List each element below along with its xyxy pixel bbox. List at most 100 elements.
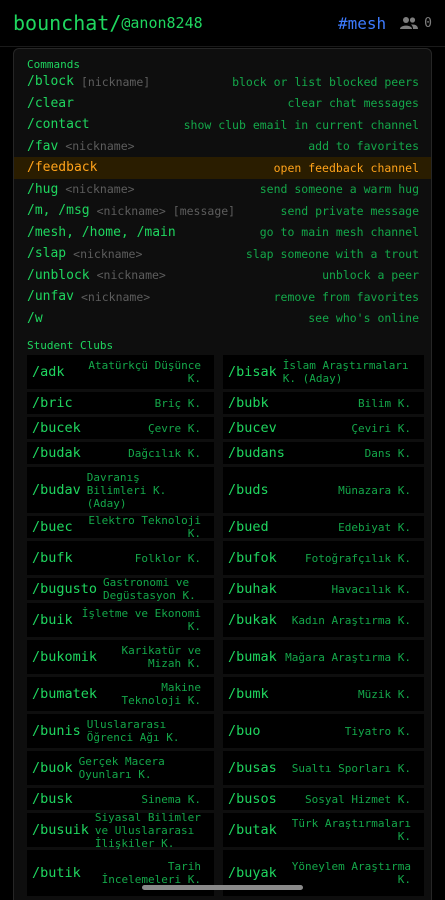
club-name: Elektro Teknoloji K. — [88, 514, 201, 540]
club-name: Çevre K. — [148, 421, 201, 435]
command-item[interactable]: /block [nickname] block or list blocked pe… — [14, 71, 431, 93]
club-name: Uluslararası Öğrenci Ağı K. — [86, 718, 180, 744]
club-item[interactable]: /busuik Siyasal Bilimler ve Uluslararası … — [27, 810, 214, 850]
command-name: /fav — [27, 138, 59, 154]
club-command: /busk — [32, 791, 73, 807]
club-item[interactable]: /bucev Çeviri K. — [223, 417, 424, 439]
command-params: <nickname> — [80, 289, 151, 304]
command-description: send someone a warm hug — [259, 182, 419, 197]
club-name: Dağcılık K. — [128, 446, 201, 460]
command-item[interactable]: /hug <nickname> send someone a warm hug — [14, 179, 431, 201]
club-item[interactable]: /budak Dağcılık K. — [27, 442, 214, 464]
command-item[interactable]: /unblock <nickname> unblock a peer — [14, 265, 431, 287]
command-params: <nickname> [message] — [96, 203, 236, 218]
club-name: Siyasal Bilimler ve Uluslararası İlişkil… — [94, 810, 201, 850]
command-item[interactable]: /contact show club email in current chann… — [14, 114, 431, 136]
club-command: /bued — [228, 519, 269, 535]
club-item[interactable]: /bumatek Makine Teknoloji K. — [27, 677, 214, 711]
club-item[interactable]: /adk Atatürkçü Düşünce K. — [27, 355, 214, 389]
club-command: /bufk — [32, 550, 73, 566]
club-name: Fotoğrafçılık K. — [305, 551, 411, 565]
club-item[interactable]: /bunis Uluslararası Öğrenci Ağı K. — [27, 714, 214, 748]
club-command: /budak — [32, 445, 81, 461]
club-item[interactable]: /bisak İslam Araştırmaları K. (Aday) — [223, 355, 424, 389]
club-name: Atatürkçü Düşünce K. — [88, 359, 201, 385]
club-name: Sosyal Hizmet K. — [305, 792, 411, 806]
club-name: Tarih İncelemeleri K. — [101, 860, 201, 886]
club-item[interactable]: /buo Tiyatro K. — [223, 714, 424, 748]
command-item[interactable]: /fav <nickname> add to favorites — [14, 136, 431, 158]
user-nickname[interactable]: @anon8248 — [121, 14, 202, 32]
club-item[interactable]: /bufk Folklor K. — [27, 541, 214, 575]
home-indicator — [142, 885, 303, 890]
command-item[interactable]: /feedback open feedback channel — [14, 157, 431, 179]
command-name: /w — [27, 310, 43, 326]
club-item[interactable]: /bucek Çevre K. — [27, 417, 214, 439]
club-command: /buhak — [228, 581, 277, 597]
club-command: /buok — [32, 760, 73, 776]
club-item[interactable]: /buok Gerçek Macera Oyunları K. — [27, 751, 214, 785]
club-item[interactable]: /budans Dans K. — [223, 442, 424, 464]
command-description: slap someone with a trout — [245, 246, 419, 261]
command-description: send private message — [280, 203, 419, 218]
club-item[interactable]: /buec Elektro Teknoloji K. — [27, 514, 214, 540]
club-command: /bumk — [228, 686, 269, 702]
club-name: Kadın Araştırma K. — [291, 613, 411, 627]
club-item[interactable]: /buik İşletme ve Ekonomi K. — [27, 603, 214, 637]
club-name: Folklor K. — [134, 551, 201, 565]
club-name: Müzik K. — [358, 687, 411, 701]
command-item[interactable]: /clear clear chat messages — [14, 93, 431, 115]
command-description: see who's online — [308, 311, 419, 326]
command-description: add to favorites — [308, 139, 419, 154]
club-item[interactable]: /buds Münazara K. — [223, 467, 424, 513]
command-description: go to main mesh channel — [259, 225, 419, 240]
command-item[interactable]: /w see who's online — [14, 308, 431, 330]
club-command: /budans — [228, 445, 285, 461]
command-params: <nickname> — [73, 246, 143, 261]
club-item[interactable]: /bukak Kadın Araştırma K. — [223, 603, 424, 637]
club-item[interactable]: /budav Davranış Bilimleri K. (Aday) — [27, 467, 214, 513]
command-suggestions-panel: Commands /block [nickname] block or list b… — [13, 48, 432, 900]
command-name: /unblock — [27, 267, 90, 283]
club-item[interactable]: /bumak Mağara Araştırma K. — [223, 640, 424, 674]
command-item[interactable]: /unfav <nickname> remove from favorites — [14, 286, 431, 308]
command-params: <nickname> — [96, 268, 166, 283]
student-clubs-grid: /adk Atatürkçü Düşünce K. /bisak İslam Araş… — [14, 355, 431, 896]
club-command: /butak — [228, 822, 277, 838]
command-description: open feedback channel — [273, 160, 419, 175]
command-description: unblock a peer — [322, 268, 419, 283]
club-command: /buec — [32, 519, 73, 535]
app-header: bounchat/ @anon8248 #mesh 0 — [0, 0, 445, 47]
club-item[interactable]: /bued Edebiyat K. — [223, 516, 424, 538]
club-item[interactable]: /busk Sinema K. — [27, 788, 214, 810]
club-command: /bubk — [228, 395, 269, 411]
command-name: /m, /msg — [27, 203, 90, 219]
club-name: İslam Araştırmaları K. (Aday) — [282, 359, 409, 385]
club-item[interactable]: /busos Sosyal Hizmet K. — [223, 788, 424, 810]
club-name: Sinema K. — [141, 792, 201, 806]
people-icon[interactable] — [400, 16, 419, 30]
club-name: Karikatür ve Mizah K. — [121, 644, 201, 670]
channel-button[interactable]: #mesh — [338, 14, 386, 33]
club-item[interactable]: /bufok Fotoğrafçılık K. — [223, 541, 424, 575]
club-name: Havacılık K. — [331, 582, 411, 596]
club-item[interactable]: /bumk Müzik K. — [223, 677, 424, 711]
club-command: /bufok — [228, 550, 277, 566]
peer-count[interactable]: 0 — [424, 16, 432, 31]
club-item[interactable]: /buhak Havacılık K. — [223, 578, 424, 600]
club-item[interactable]: /busas Sualtı Sporları K. — [223, 751, 424, 785]
command-item[interactable]: /m, /msg <nickname> [message] send private… — [14, 200, 431, 222]
club-name: Tiyatro K. — [344, 724, 411, 738]
club-item[interactable]: /butak Türk Araştırmaları K. — [223, 813, 424, 847]
command-params: [nickname] — [80, 74, 151, 89]
club-item[interactable]: /bugusto Gastronomi ve Degüstasyon K. — [27, 576, 214, 602]
club-item[interactable]: /bric Briç K. — [27, 392, 214, 414]
command-item[interactable]: /mesh, /home, /main go to main mesh chann… — [14, 222, 431, 244]
club-item[interactable]: /bukomik Karikatür ve Mizah K. — [27, 640, 214, 674]
club-command: /budav — [32, 482, 81, 498]
club-command: /bucek — [32, 420, 81, 436]
club-name: Makine Teknoloji K. — [121, 681, 201, 707]
club-name: Sualtı Sporları K. — [291, 761, 411, 775]
club-item[interactable]: /bubk Bilim K. — [223, 392, 424, 414]
command-item[interactable]: /slap <nickname> slap someone with a trout — [14, 243, 431, 265]
